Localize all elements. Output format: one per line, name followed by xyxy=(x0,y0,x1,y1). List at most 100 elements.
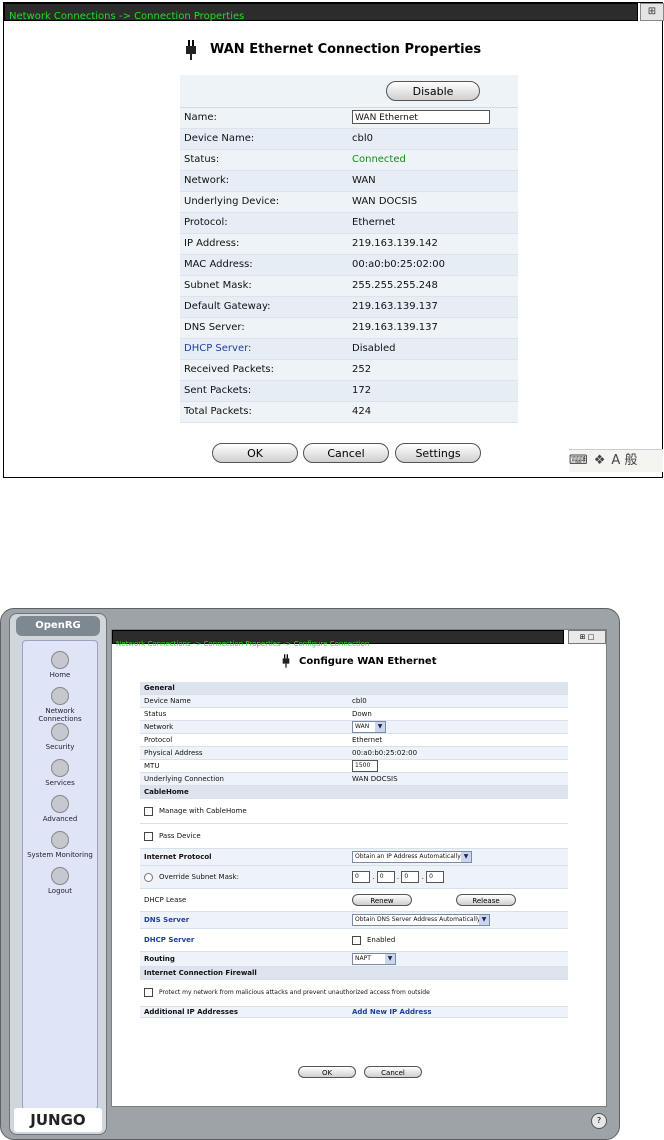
network-icon[interactable]: ⊞ xyxy=(640,3,664,21)
property-row: Total Packets: 424 xyxy=(180,402,518,423)
ok-button[interactable]: OK xyxy=(212,443,298,463)
nav-system-monitoring[interactable]: System Monitoring xyxy=(23,831,97,859)
chevron-down-icon: ▼ xyxy=(479,915,489,925)
property-row: Status: Connected xyxy=(180,150,518,171)
help-icon[interactable]: ? xyxy=(591,1113,607,1129)
routing-field: NAPT ▼ xyxy=(352,952,396,966)
network-connections-icon xyxy=(51,687,69,705)
general-row: Device Name cbl0 xyxy=(140,695,568,708)
nav-services-label: Services xyxy=(45,779,75,787)
property-label: Received Packets: xyxy=(184,364,274,375)
window-controls[interactable]: ⊞ □ xyxy=(568,630,606,644)
cancel-button[interactable]: Cancel xyxy=(364,1066,422,1078)
general-value: 00:a0:b0:25:02:00 xyxy=(352,749,418,757)
general-header: General xyxy=(140,682,568,695)
add-ip-link[interactable]: Add New IP Address xyxy=(352,1007,432,1017)
firewall-checkbox[interactable] xyxy=(144,988,153,997)
property-row: DNS Server: 219.163.139.137 xyxy=(180,318,518,339)
general-label: Protocol xyxy=(144,736,173,744)
property-label: DNS Server: xyxy=(184,322,245,333)
firewall-header: Internet Connection Firewall xyxy=(140,967,568,980)
ime-text[interactable]: A 般 xyxy=(611,453,637,468)
manage-cablehome-checkbox[interactable] xyxy=(144,806,153,816)
dhcp-enabled-checkbox[interactable] xyxy=(352,935,361,945)
nav-security[interactable]: Security xyxy=(23,723,97,751)
property-value: cbl0 xyxy=(352,133,373,144)
property-row: Subnet Mask: 255.255.255.248 xyxy=(180,276,518,297)
nav-network-connections[interactable]: Network Connections xyxy=(23,687,97,723)
general-row: Physical Address 00:a0:b0:25:02:00 xyxy=(140,747,568,760)
property-value: Ethernet xyxy=(352,217,396,228)
nav-advanced[interactable]: Advanced xyxy=(23,795,97,823)
general-row: Protocol Ethernet xyxy=(140,734,568,747)
property-value: 219.163.139.137 xyxy=(352,301,438,312)
general-row: Underlying Connection WAN DOCSIS xyxy=(140,773,568,786)
property-label: Protocol: xyxy=(184,217,228,228)
nav-services[interactable]: Services xyxy=(23,759,97,787)
general-label: Device Name xyxy=(144,697,191,705)
mtu-input[interactable]: 1500 xyxy=(352,760,378,772)
mtu-field: 1500 xyxy=(352,760,378,772)
property-label: MAC Address: xyxy=(184,259,253,270)
routing-row: Routing NAPT ▼ xyxy=(140,952,568,967)
page-title-row: Configure WAN Ethernet xyxy=(112,654,606,668)
system-tray: ⌨ ❖ A 般 xyxy=(569,449,663,472)
dns-server-select[interactable]: Obtain DNS Server Address Automatically ▼ xyxy=(352,914,490,926)
general-row: Network WAN ▼ xyxy=(140,721,568,734)
general-label: Network xyxy=(144,723,174,731)
keyboard-icon[interactable]: ⌨ xyxy=(569,453,588,468)
ime-icon[interactable]: ❖ xyxy=(594,453,606,468)
breadcrumb[interactable]: Network Connections -> Connection Proper… xyxy=(5,11,244,22)
mask-octet-4[interactable]: 0 xyxy=(426,871,445,883)
routing-value: NAPT xyxy=(355,955,371,962)
general-value: WAN DOCSIS xyxy=(352,775,398,783)
property-label: Status: xyxy=(184,154,220,165)
dhcp-server-label[interactable]: DHCP Server xyxy=(144,929,194,951)
override-mask-radio[interactable] xyxy=(144,872,153,882)
release-button[interactable]: Release xyxy=(456,894,516,906)
general-rows: Device Name cbl0 Status Down Network WAN ▼ Prot… xyxy=(140,695,568,786)
network-select[interactable]: WAN ▼ xyxy=(352,721,386,733)
override-mask-option: Override Subnet Mask: xyxy=(144,866,239,888)
plug-icon xyxy=(185,39,196,60)
disable-button[interactable]: Disable xyxy=(386,81,480,101)
routing-select[interactable]: NAPT ▼ xyxy=(352,953,396,965)
content-panel: Network Connections -> Connection Proper… xyxy=(111,629,607,1107)
general-label: MTU xyxy=(144,762,160,770)
wan-properties-screenshot: Network Connections -> Connection Proper… xyxy=(0,0,664,478)
property-row: Default Gateway: 219.163.139.137 xyxy=(180,297,518,318)
property-row: Protocol: Ethernet xyxy=(180,213,518,234)
name-input[interactable]: WAN Ethernet xyxy=(352,110,490,124)
pass-device-label: Pass Device xyxy=(159,832,201,840)
dhcp-enabled-option: Enabled xyxy=(352,929,395,951)
mask-octet-3[interactable]: 0 xyxy=(401,871,420,883)
internet-protocol-select[interactable]: Obtain an IP Address Automatically ▼ xyxy=(352,851,472,863)
dns-server-label[interactable]: DNS Server xyxy=(144,912,189,928)
property-row: Network: WAN xyxy=(180,171,518,192)
internet-protocol-field: Obtain an IP Address Automatically ▼ xyxy=(352,849,472,865)
property-rows: Device Name: cbl0 Status: Connected Network:… xyxy=(180,129,518,423)
nav-home[interactable]: Home xyxy=(23,651,97,679)
breadcrumb-bar: Network Connections -> Connection Proper… xyxy=(112,630,564,648)
property-value: WAN DOCSIS xyxy=(352,196,418,207)
breadcrumb[interactable]: Network Connections -> Connection Proper… xyxy=(113,640,369,648)
firewall-option: Protect my network from malicious attack… xyxy=(144,980,430,1006)
renew-button[interactable]: Renew xyxy=(352,894,412,906)
nav-logout[interactable]: Logout xyxy=(23,867,97,895)
settings-button[interactable]: Settings xyxy=(395,443,481,463)
mask-octet-1[interactable]: 0 xyxy=(352,871,370,883)
general-label: Status xyxy=(144,710,167,718)
dhcp-server-row: DHCP Server Enabled xyxy=(140,929,568,952)
cancel-button[interactable]: Cancel xyxy=(303,443,389,463)
cablehome-header-label: CableHome xyxy=(144,788,189,796)
pass-device-checkbox[interactable] xyxy=(144,831,153,841)
property-value: 172 xyxy=(352,385,372,396)
nav-system-monitoring-label: System Monitoring xyxy=(27,851,93,859)
property-row: Sent Packets: 172 xyxy=(180,381,518,402)
ok-button[interactable]: OK xyxy=(298,1066,356,1078)
dns-server-value: Obtain DNS Server Address Automatically xyxy=(355,916,481,923)
mask-octet-2[interactable]: 0 xyxy=(376,871,395,883)
property-label[interactable]: DHCP Server: xyxy=(184,339,251,359)
dns-server-field: Obtain DNS Server Address Automatically ▼ xyxy=(352,912,490,928)
properties-table: Disable Name: WAN Ethernet Device Name: c… xyxy=(180,75,518,423)
